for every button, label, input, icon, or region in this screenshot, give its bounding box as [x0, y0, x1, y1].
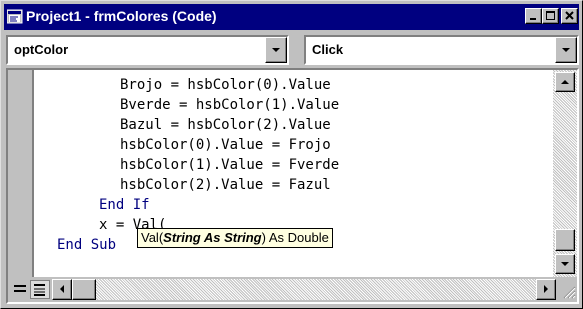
- procedure-view-button[interactable]: [10, 280, 30, 299]
- procedure-combo-dropdown-button[interactable]: [555, 37, 577, 63]
- minimize-button[interactable]: [525, 8, 542, 24]
- full-module-view-button[interactable]: [30, 280, 50, 299]
- vertical-scrollbar[interactable]: [553, 70, 577, 277]
- tooltip-parameter: String As String: [163, 230, 262, 245]
- tooltip-suffix: ) As Double: [261, 230, 329, 245]
- window-title: Project1 - frmColores (Code): [26, 8, 217, 24]
- scroll-up-button[interactable]: [555, 72, 575, 92]
- arrow-up-icon: [561, 80, 569, 84]
- code-editor: Brojo = hsbColor(0).Value Bverde = hsbCo…: [6, 68, 579, 304]
- scroll-down-button[interactable]: [555, 254, 575, 274]
- quick-info-tooltip: Val(String As String) As Double: [137, 228, 333, 248]
- close-icon: [565, 11, 574, 20]
- code-line: Bazul = hsbColor(2).Value: [120, 117, 331, 133]
- object-combo[interactable]: optColor: [6, 35, 289, 65]
- size-grip-icon: [563, 286, 576, 299]
- arrow-right-icon: [544, 285, 548, 293]
- editor-bottom-bar: [8, 277, 577, 302]
- code-area[interactable]: Brojo = hsbColor(0).Value Bverde = hsbCo…: [34, 70, 553, 277]
- code-line: hsbColor(1).Value = Fverde: [120, 157, 340, 173]
- scroll-left-button[interactable]: [52, 279, 72, 300]
- minimize-icon: [530, 18, 536, 20]
- code-line: Brojo = hsbColor(0).Value: [120, 77, 331, 93]
- code-line: hsbColor(2).Value = Fazul: [120, 177, 331, 193]
- close-button[interactable]: [561, 8, 578, 24]
- object-combo-value: optColor: [14, 42, 69, 57]
- arrow-down-icon: [561, 262, 569, 266]
- procedure-combo[interactable]: Click: [304, 35, 579, 65]
- procedure-combo-value: Click: [312, 42, 344, 57]
- maximize-button[interactable]: [542, 8, 559, 24]
- code-window: Project1 - frmColores (Code) optColor Cl…: [0, 0, 583, 309]
- code-line: End Sub: [57, 237, 117, 253]
- code-line: hsbColor(0).Value = Frojo: [120, 137, 331, 153]
- scroll-thumb[interactable]: [555, 229, 575, 251]
- chevron-down-icon: [562, 48, 570, 52]
- title-bar[interactable]: Project1 - frmColores (Code): [4, 4, 579, 30]
- code-line: End If: [99, 197, 150, 213]
- arrow-left-icon: [60, 285, 64, 293]
- scroll-right-button[interactable]: [536, 279, 556, 300]
- size-grip[interactable]: [556, 279, 577, 300]
- code-window-icon: [7, 9, 23, 24]
- maximize-icon: [546, 11, 555, 20]
- code-line: Bverde = hsbColor(1).Value: [120, 97, 340, 113]
- tooltip-prefix: Val(: [141, 230, 164, 245]
- horizontal-scroll-thumb[interactable]: [72, 279, 96, 300]
- object-combo-dropdown-button[interactable]: [265, 37, 287, 63]
- chevron-down-icon: [272, 48, 280, 52]
- full-module-view-icon: [34, 284, 45, 296]
- procedure-view-icon: [14, 285, 26, 292]
- margin-indicator-bar[interactable]: [8, 70, 34, 277]
- horizontal-scrollbar[interactable]: [52, 279, 577, 300]
